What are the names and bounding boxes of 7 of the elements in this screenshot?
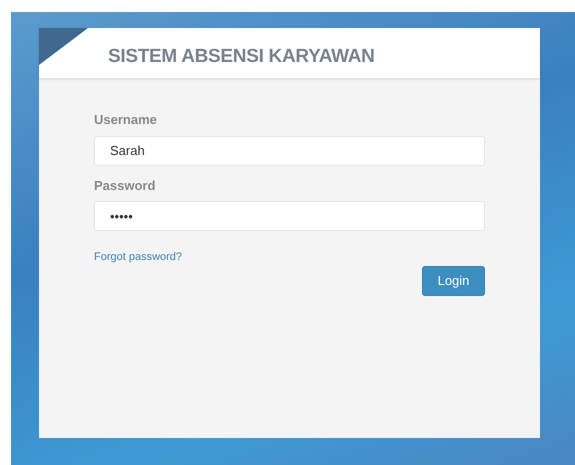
app-title: SISTEM ABSENSI KARYAWAN — [108, 44, 375, 69]
input-field[interactable]: Sarah — [94, 136, 485, 166]
field-label: Username — [94, 111, 158, 129]
field-label: Password — [94, 176, 156, 194]
input-field[interactable]: ••••• — [94, 201, 485, 231]
login-button[interactable]: Login — [422, 266, 485, 296]
forgot-password-link[interactable]: Forgot password? — [94, 249, 182, 266]
